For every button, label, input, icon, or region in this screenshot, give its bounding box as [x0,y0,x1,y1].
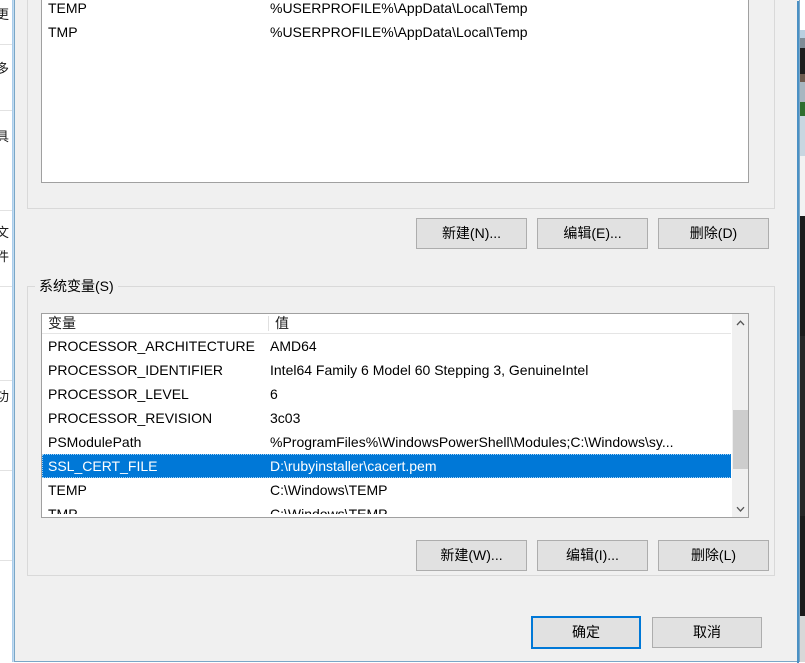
table-row[interactable]: PROCESSOR_ARCHITECTURE AMD64 [42,334,732,358]
variable-name: SSL_CERT_FILE [48,458,158,474]
column-header-value[interactable]: 值 [269,314,732,333]
scroll-down-icon[interactable] [732,500,748,517]
environment-variables-dialog: 变量 值 CATALINA_HOME C:\Application\tomat\… [14,0,800,663]
table-row[interactable]: TMP C:\Windows\TEMP [42,502,732,514]
variable-name: TMP [48,506,78,514]
ok-button[interactable]: 确定 [531,616,641,649]
table-row[interactable]: TMP %USERPROFILE%\AppData\Local\Temp [42,20,748,44]
system-variables-scrollbar[interactable] [731,314,748,517]
variable-value: 3c03 [270,410,301,426]
variable-name: PROCESSOR_LEVEL [48,386,189,402]
background-window-right-sliver [800,0,805,662]
scrollbar-thumb[interactable] [733,410,748,469]
scroll-up-icon[interactable] [732,314,748,331]
delete-system-variable-button[interactable]: 删除(L) [658,540,769,571]
variable-value: Intel64 Family 6 Model 60 Stepping 3, Ge… [270,362,589,378]
system-variables-list-body: PROCESSOR_ARCHITECTURE AMD64 PROCESSOR_I… [42,334,732,514]
table-row[interactable]: TEMP C:\Windows\TEMP [42,478,732,502]
column-header-variable[interactable]: 变量 [42,314,268,333]
variable-value: C:\Windows\TEMP [270,482,388,498]
variable-name: PROCESSOR_REVISION [48,410,213,426]
cancel-button[interactable]: 取消 [652,617,762,648]
variable-value: %ProgramFiles%\WindowsPowerShell\Modules… [270,434,674,450]
table-row-selected[interactable]: SSL_CERT_FILE D:\rubyinstaller\cacert.pe… [42,454,732,478]
variable-value: 6 [270,386,278,402]
table-row[interactable]: TEMP %USERPROFILE%\AppData\Local\Temp [42,0,748,20]
variable-name: TMP [48,24,78,40]
variable-name: TEMP [48,0,87,16]
user-variables-list-body: CATALINA_HOME C:\Application\tomat\apach… [42,0,748,44]
edit-system-variable-button[interactable]: 编辑(I)... [537,540,648,571]
delete-user-variable-button[interactable]: 删除(D) [658,218,769,249]
variable-value: AMD64 [270,338,317,354]
variable-name: TEMP [48,482,87,498]
table-row[interactable]: PROCESSOR_REVISION 3c03 [42,406,732,430]
new-system-variable-button[interactable]: 新建(W)... [416,540,527,571]
new-user-variable-button[interactable]: 新建(N)... [416,218,527,249]
variable-value: %USERPROFILE%\AppData\Local\Temp [270,0,528,16]
dialog-right-border [797,1,799,663]
system-variables-list[interactable]: 变量 值 PROCESSOR_ARCHITECTURE AMD64 PROCES… [41,313,749,518]
variable-value: C:\Windows\TEMP [270,506,388,514]
table-row[interactable]: PSModulePath %ProgramFiles%\WindowsPower… [42,430,732,454]
table-row[interactable]: PROCESSOR_LEVEL 6 [42,382,732,406]
variable-name: PSModulePath [48,434,142,450]
variable-name: PROCESSOR_ARCHITECTURE [48,338,255,354]
edit-user-variable-button[interactable]: 编辑(E)... [537,218,648,249]
table-row[interactable]: PROCESSOR_IDENTIFIER Intel64 Family 6 Mo… [42,358,732,382]
system-variables-group-label: 系统变量(S) [35,278,118,294]
variable-value: %USERPROFILE%\AppData\Local\Temp [270,24,528,40]
variable-name: PROCESSOR_IDENTIFIER [48,362,224,378]
user-variables-list[interactable]: 变量 值 CATALINA_HOME C:\Application\tomat\… [41,0,749,183]
variable-value: D:\rubyinstaller\cacert.pem [270,458,437,474]
system-variables-list-header: 变量 值 [42,314,748,334]
